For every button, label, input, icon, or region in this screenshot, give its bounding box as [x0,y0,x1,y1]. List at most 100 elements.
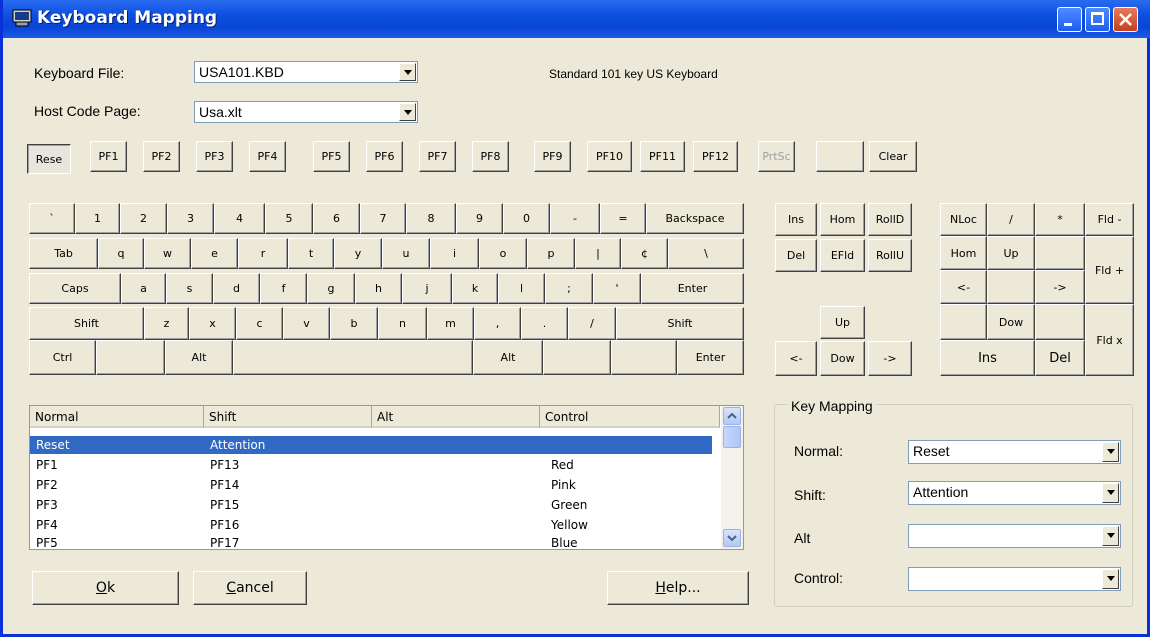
key-z[interactable]: z [144,307,189,340]
key-5[interactable]: 5 [265,203,313,234]
key-space[interactable] [233,340,473,375]
close-button[interactable] [1113,7,1138,32]
key-numpad-up[interactable]: Up [987,236,1035,270]
column-header-shift[interactable]: Shift [204,406,372,428]
key-numpad-right[interactable]: -> [1035,270,1085,304]
shift-select[interactable]: Attention [908,481,1121,505]
key-c[interactable]: c [236,307,283,340]
host-code-page-select[interactable]: Usa.xlt [194,101,418,123]
minimize-button[interactable] [1057,7,1082,32]
scroll-thumb[interactable] [723,426,741,448]
key-hom[interactable]: Hom [820,203,865,236]
key-backslash[interactable]: \ [668,238,744,269]
key-numpad-star[interactable]: * [1035,203,1085,236]
key-pf5[interactable]: PF5 [313,141,350,172]
key-blank-right-1[interactable] [543,340,611,375]
key-reset[interactable]: Rese [27,144,71,174]
key-blank-left[interactable] [96,340,165,375]
key-k[interactable]: k [452,273,498,304]
key-v[interactable]: v [283,307,330,340]
key-x[interactable]: x [189,307,236,340]
key-f[interactable]: f [260,273,307,304]
key-alt-right[interactable]: Alt [473,340,543,375]
key-numpad-down[interactable]: Dow [987,304,1035,340]
key-nloc[interactable]: NLoc [940,203,987,236]
key-3[interactable]: 3 [167,203,214,234]
alt-select[interactable] [908,524,1121,548]
key-blank-right-2[interactable] [611,340,677,375]
column-header-alt[interactable]: Alt [372,406,540,428]
scroll-down-button[interactable] [723,529,741,547]
chevron-down-icon[interactable] [1102,442,1119,462]
table-row[interactable]: PF2 PF14 Pink [30,476,712,494]
title-bar[interactable]: Keyboard Mapping [3,0,1150,38]
cancel-button[interactable]: Cancel [193,571,307,605]
key-p[interactable]: p [527,238,575,269]
key-alt-left[interactable]: Alt [165,340,233,375]
key-4[interactable]: 4 [214,203,265,234]
key-numpad-blank-1[interactable] [1035,236,1085,270]
key-numpad-slash[interactable]: / [987,203,1035,236]
key-left-shift[interactable]: Shift [29,307,144,340]
key-pf10[interactable]: PF10 [587,141,632,172]
chevron-down-icon[interactable] [1102,526,1119,546]
key-numpad-blank-2[interactable] [987,270,1035,304]
key-q[interactable]: q [98,238,144,269]
key-a[interactable]: a [121,273,166,304]
key-efld[interactable]: EFld [820,239,865,272]
key-o[interactable]: o [479,238,527,269]
key-y[interactable]: y [334,238,382,269]
maximize-button[interactable] [1085,7,1110,32]
ok-button[interactable]: Ok [32,571,179,605]
key-s[interactable]: s [166,273,213,304]
keyboard-file-select[interactable]: USA101.KBD [194,61,418,83]
key-9[interactable]: 9 [456,203,503,234]
key-d[interactable]: d [213,273,260,304]
key-h[interactable]: h [355,273,402,304]
scroll-up-button[interactable] [723,407,741,425]
key-backspace[interactable]: Backspace [646,203,744,234]
key-clear[interactable]: Clear [869,141,917,172]
key-fld-minus[interactable]: Fld - [1085,203,1134,236]
key-numpad-ins[interactable]: Ins [940,340,1035,376]
key-n[interactable]: n [378,307,427,340]
key-pf1[interactable]: PF1 [90,141,127,172]
column-header-normal[interactable]: Normal [30,406,204,428]
key-backtick[interactable]: ` [29,203,75,234]
key-ins[interactable]: Ins [775,203,817,236]
key-right-shift[interactable]: Shift [616,307,744,340]
key-period[interactable]: . [521,307,568,340]
table-row[interactable]: Reset Attention [30,436,712,454]
key-numpad-blank-3[interactable] [940,304,987,340]
key-l[interactable]: l [498,273,545,304]
key-pf8[interactable]: PF8 [472,141,509,172]
key-rolld[interactable]: RollD [868,203,912,236]
help-button[interactable]: Help... [607,571,749,605]
key-ctrl[interactable]: Ctrl [29,340,96,375]
key-pf6[interactable]: PF6 [366,141,403,172]
key-enter-bottom[interactable]: Enter [677,340,744,375]
key-blank[interactable] [816,141,864,172]
key-pf11[interactable]: PF11 [640,141,685,172]
key-pf4[interactable]: PF4 [249,141,286,172]
table-row[interactable]: PF1 PF13 Red [30,456,712,474]
key-right[interactable]: -> [868,341,912,376]
key-fld-x[interactable]: Fld x [1085,304,1134,376]
key-cent[interactable]: ¢ [621,238,668,269]
key-numpad-blank-4[interactable] [1035,304,1085,340]
key-mapping-list[interactable]: Normal Shift Alt Control Reset Attention… [29,405,744,550]
table-row[interactable]: PF5 PF17 Blue [30,534,712,549]
key-pipe[interactable]: | [575,238,621,269]
chevron-down-icon[interactable] [399,63,416,81]
key-numpad-del[interactable]: Del [1035,340,1085,376]
key-b[interactable]: b [330,307,378,340]
chevron-down-icon[interactable] [1102,569,1119,589]
key-t[interactable]: t [288,238,334,269]
key-up[interactable]: Up [820,306,865,339]
key-del[interactable]: Del [775,239,817,272]
chevron-down-icon[interactable] [399,103,416,121]
control-select[interactable] [908,567,1121,591]
key-comma[interactable]: , [474,307,521,340]
key-tab[interactable]: Tab [29,238,98,269]
key-g[interactable]: g [307,273,355,304]
